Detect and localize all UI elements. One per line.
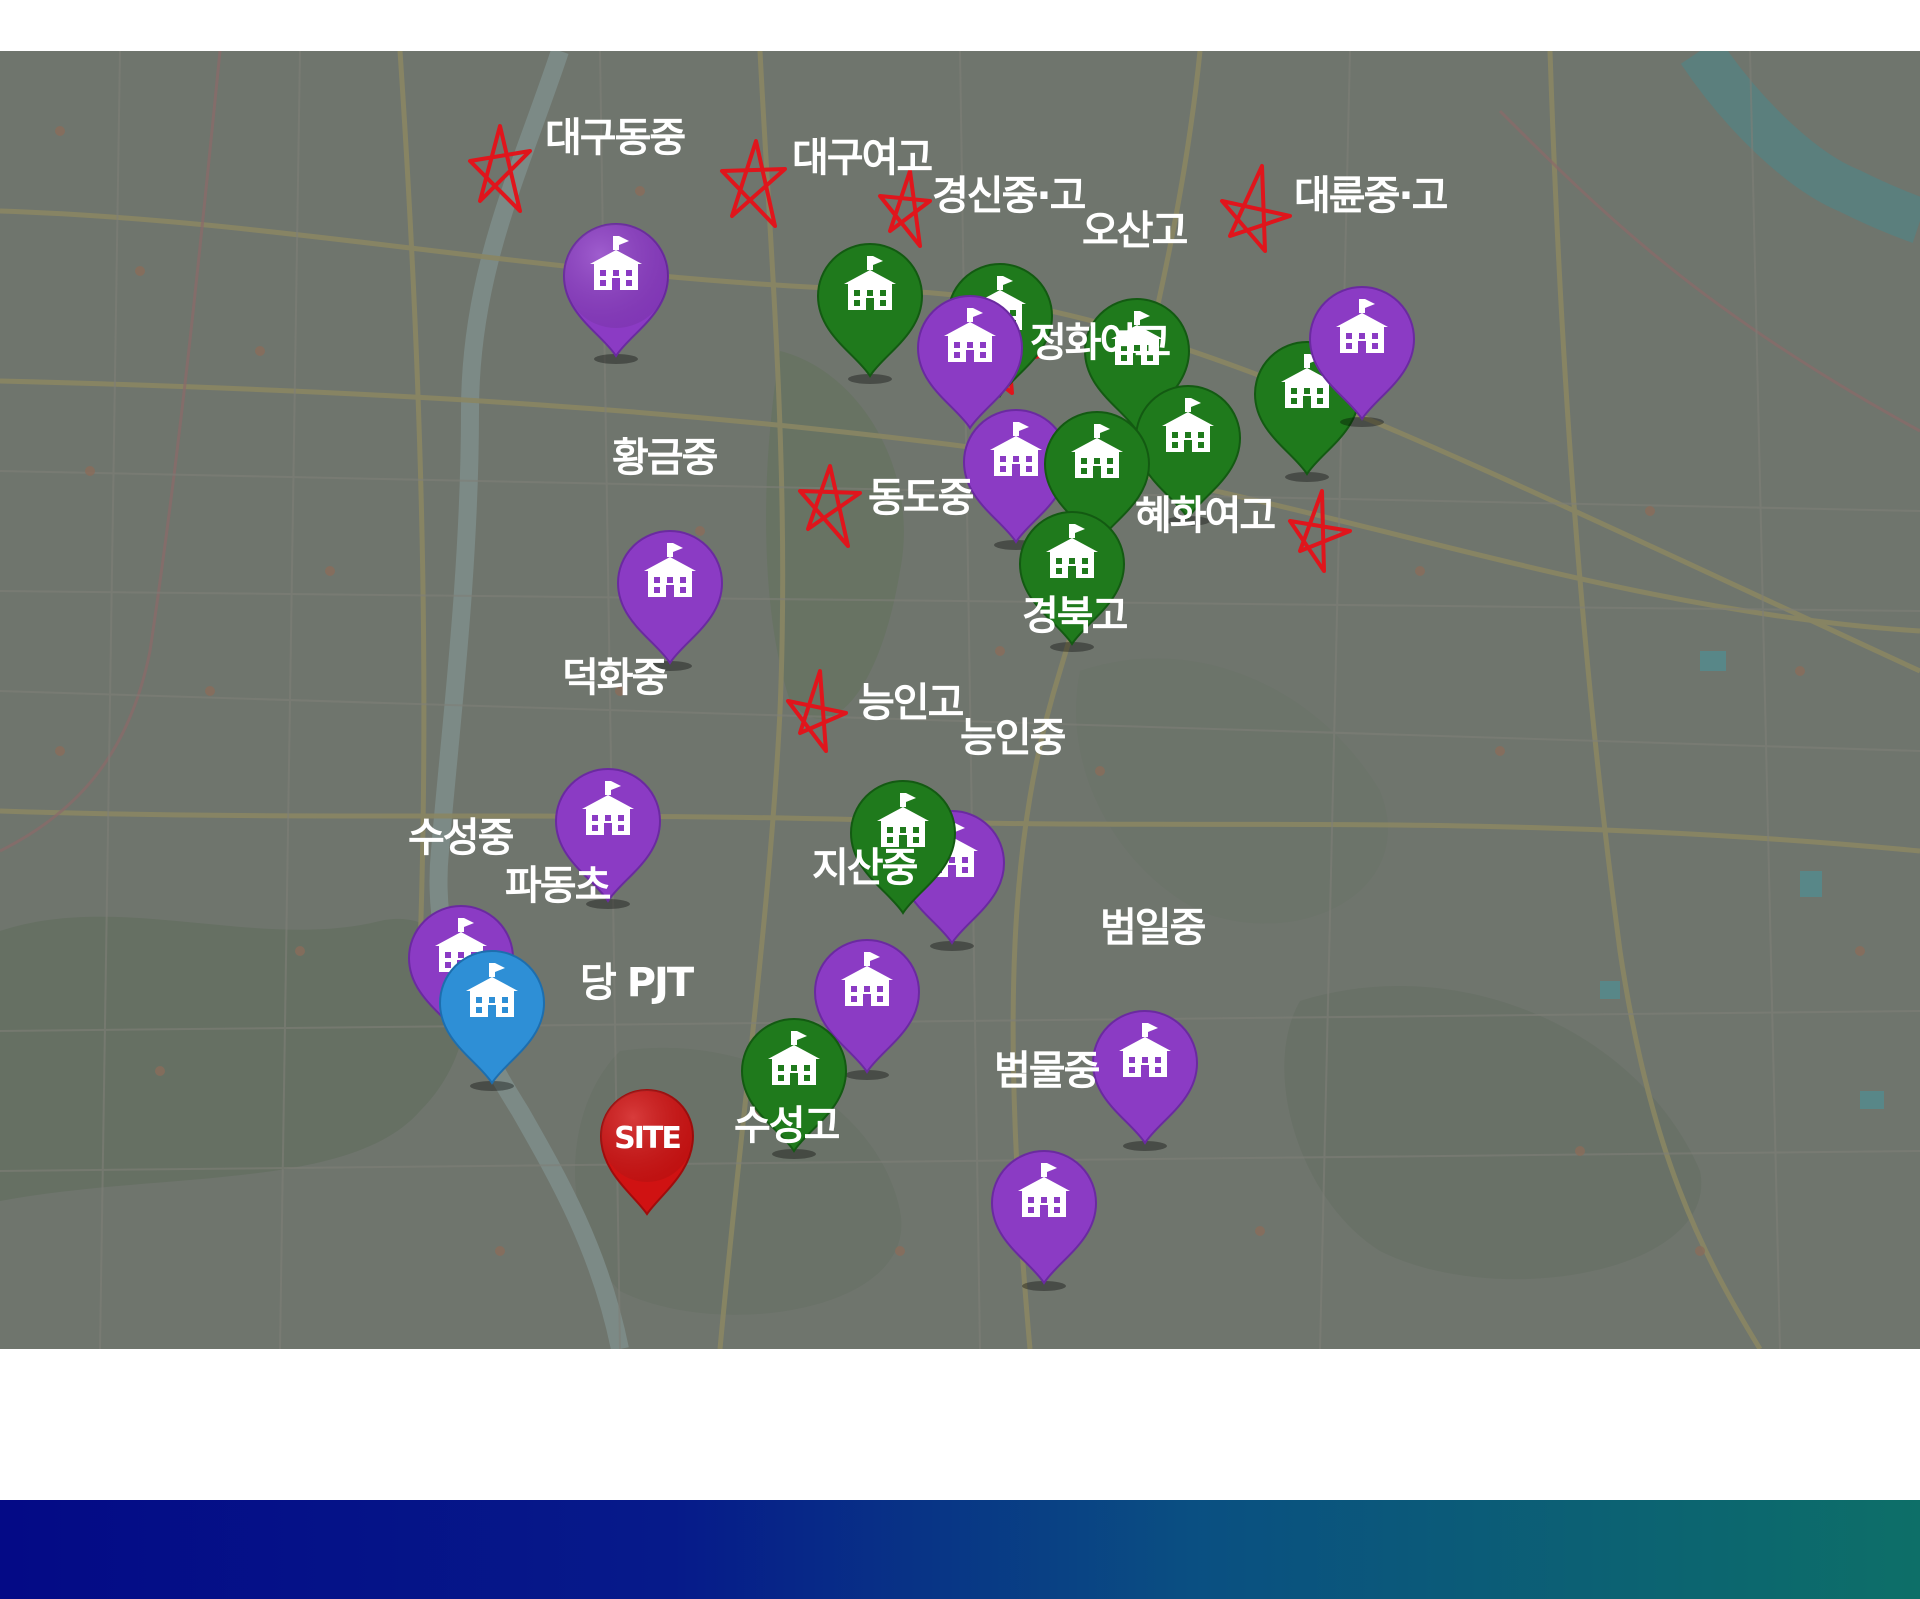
label-suseong-high: 수성고: [734, 1103, 840, 1149]
label-neungin-high: 능인고: [858, 680, 964, 726]
label-daegu-girls-high: 대구여고: [792, 135, 932, 181]
label-junghwa-girls-high: 정화여고: [1030, 320, 1170, 366]
school-district-map[interactable]: SITE 대구동중 대구여고 경신중·고 대륜중·고 오산고 정화여고 황금중 …: [0, 51, 1920, 1349]
site-marker-text: SITE: [614, 1121, 680, 1156]
bottom-gradient-band: [0, 1500, 1920, 1599]
label-hwanggeum-mid: 황금중: [612, 435, 718, 481]
label-site: 당 PJT: [580, 960, 695, 1006]
label-beommul-mid: 범물중: [994, 1048, 1100, 1094]
label-daegu-dong-mid: 대구동중: [545, 115, 685, 161]
label-neungin-mid: 능인중: [960, 715, 1066, 761]
label-kyungshin: 경신중·고: [932, 173, 1086, 219]
label-kyungbuk-high: 경북고: [1022, 593, 1128, 639]
label-padong-elem: 파동초: [505, 863, 611, 909]
label-dongdo-mid: 동도중: [868, 475, 974, 521]
label-jisan-mid: 지산중: [812, 845, 918, 891]
label-daeryun: 대륜중·고: [1294, 173, 1448, 219]
label-suseong-mid: 수성중: [408, 815, 514, 861]
label-beomil-mid: 범일중: [1100, 905, 1206, 951]
label-hyehwa-girls-high: 혜화여고: [1135, 493, 1275, 539]
label-osan-high: 오산고: [1082, 208, 1188, 254]
label-deokhwa-mid: 덕화중: [562, 655, 668, 701]
